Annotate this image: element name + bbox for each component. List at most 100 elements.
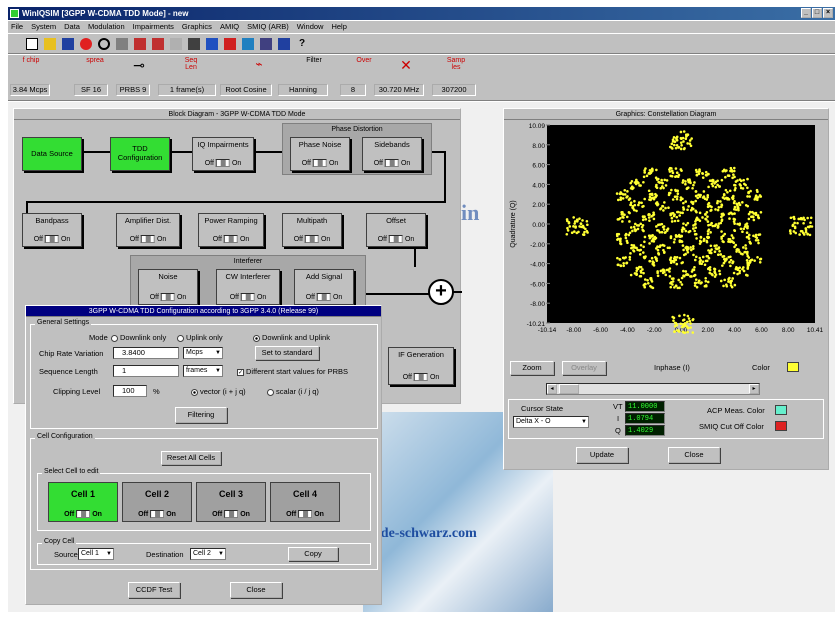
- if-generation-switch[interactable]: Off On: [403, 373, 439, 381]
- mode-uplink-radio[interactable]: Uplink only: [177, 333, 223, 342]
- power-ramping-block[interactable]: Power Ramping Off On: [198, 213, 264, 247]
- bandpass-switch[interactable]: Off On: [34, 235, 70, 243]
- stop-icon[interactable]: [80, 37, 92, 50]
- acp-color-swatch[interactable]: [775, 405, 787, 415]
- zoom-button[interactable]: Zoom: [510, 361, 554, 375]
- smiq-icon[interactable]: [278, 37, 290, 50]
- different-start-checkbox[interactable]: ✓ Different start values for PRBS: [237, 367, 348, 376]
- cell-3-switch[interactable]: Off On: [212, 510, 250, 518]
- reset-all-cells-button[interactable]: Reset All Cells: [161, 451, 221, 465]
- chip-rate-input[interactable]: 3.8400: [113, 347, 179, 359]
- scroll-left-icon[interactable]: ◂: [547, 384, 557, 394]
- sidebands-block[interactable]: Sidebands Off On: [362, 137, 422, 171]
- destination-select[interactable]: Cell 2: [190, 548, 226, 560]
- spreading-icon[interactable]: sprea: [84, 57, 106, 79]
- cell-4-switch[interactable]: Off On: [286, 510, 324, 518]
- clock-rate-icon[interactable]: ✕: [395, 57, 417, 79]
- scroll-thumb[interactable]: [559, 384, 579, 394]
- sequence-length-input[interactable]: 1: [113, 365, 179, 377]
- menu-modulation[interactable]: Modulation: [88, 21, 125, 33]
- noise-block[interactable]: Noise Off On: [138, 269, 198, 305]
- cw-interferer-block[interactable]: CW Interferer Off On: [216, 269, 280, 305]
- window-icon[interactable]: [242, 37, 254, 50]
- vector-radio[interactable]: vector (i + j q): [191, 387, 246, 396]
- multipath-switch[interactable]: Off On: [294, 235, 330, 243]
- window-function-icon[interactable]: Filter: [303, 57, 325, 79]
- ramp-icon[interactable]: [170, 37, 182, 50]
- iq-impairments-block[interactable]: IQ Impairments Off On: [192, 137, 254, 171]
- power-ramping-switch[interactable]: Off On: [213, 235, 249, 243]
- cell-1-button[interactable]: Cell 1 Off On: [48, 482, 118, 522]
- help-icon[interactable]: ?: [296, 38, 308, 50]
- menu-graphics[interactable]: Graphics: [182, 21, 212, 33]
- tdd-close-button[interactable]: Close: [230, 582, 282, 598]
- menu-smiq[interactable]: SMIQ (ARB): [247, 21, 289, 33]
- close-button[interactable]: ×: [823, 8, 833, 18]
- noise-switch[interactable]: Off On: [150, 293, 186, 301]
- impairment-icon[interactable]: [134, 37, 146, 50]
- filter-type-icon[interactable]: ⌁: [248, 57, 270, 79]
- sequence-length-unit-select[interactable]: frames: [183, 365, 223, 377]
- cell-2-button[interactable]: Cell 2 Off On: [122, 482, 192, 522]
- horizontal-scrollbar[interactable]: ◂ ▸: [546, 383, 760, 395]
- maximize-button[interactable]: □: [812, 8, 822, 18]
- prbs-icon[interactable]: ⊸: [128, 57, 150, 79]
- scalar-radio[interactable]: scalar (i / j q): [267, 387, 319, 396]
- cell-2-switch[interactable]: Off On: [138, 510, 176, 518]
- set-to-standard-button[interactable]: Set to standard: [255, 346, 319, 360]
- cursor-state-select[interactable]: Delta X - O: [513, 416, 589, 428]
- bandpass-block[interactable]: Bandpass Off On: [22, 213, 82, 247]
- menu-file[interactable]: File: [11, 21, 23, 33]
- amplifier-distortion-block[interactable]: Amplifier Dist. Off On: [116, 213, 180, 247]
- new-file-icon[interactable]: [26, 37, 38, 50]
- amplifier-distortion-switch[interactable]: Off On: [130, 235, 166, 243]
- add-signal-block[interactable]: Add Signal Off On: [294, 269, 354, 305]
- graphics-close-button[interactable]: Close: [668, 447, 720, 463]
- mode-downlink-radio[interactable]: Downlink only: [111, 333, 166, 342]
- cell-1-switch[interactable]: Off On: [64, 510, 102, 518]
- save-icon[interactable]: [62, 37, 74, 50]
- phase-noise-switch[interactable]: Off On: [302, 159, 338, 167]
- multipath-block[interactable]: Multipath Off On: [282, 213, 342, 247]
- menu-system[interactable]: System: [31, 21, 56, 33]
- color-swatch[interactable]: [787, 362, 799, 372]
- modulation-icon[interactable]: [116, 37, 128, 50]
- copy-button[interactable]: Copy: [288, 547, 338, 561]
- sequence-length-icon[interactable]: Seq Len: [180, 57, 202, 79]
- cell-4-button[interactable]: Cell 4 Off On: [270, 482, 340, 522]
- cw-interferer-switch[interactable]: Off On: [230, 293, 266, 301]
- menu-impairments[interactable]: Impairments: [133, 21, 174, 33]
- generator-icon[interactable]: [98, 37, 110, 50]
- oversampling-icon[interactable]: Over: [353, 57, 375, 79]
- samples-icon[interactable]: Samp les: [445, 57, 467, 79]
- graphics-icon[interactable]: [206, 37, 218, 50]
- filtering-button[interactable]: Filtering: [175, 407, 227, 423]
- source-select[interactable]: Cell 1: [78, 548, 114, 560]
- scroll-right-icon[interactable]: ▸: [749, 384, 759, 394]
- sidebands-switch[interactable]: Off On: [374, 159, 410, 167]
- clipping-level-input[interactable]: 100: [113, 385, 147, 397]
- overlay-button[interactable]: Overlay: [562, 361, 606, 375]
- menu-amiq[interactable]: AMIQ: [220, 21, 239, 33]
- filter-icon[interactable]: [152, 37, 164, 50]
- data-source-block[interactable]: Data Source: [22, 137, 82, 171]
- offset-switch[interactable]: Off On: [378, 235, 414, 243]
- iq-impairments-switch[interactable]: Off On: [205, 159, 241, 167]
- printer-icon[interactable]: [188, 37, 200, 50]
- tdd-configuration-block[interactable]: TDD Configuration: [110, 137, 170, 171]
- mode-both-radio[interactable]: Downlink and Uplink: [253, 333, 330, 342]
- amiq-icon[interactable]: [224, 37, 236, 50]
- minimize-button[interactable]: _: [801, 8, 811, 18]
- arb-icon[interactable]: [260, 37, 272, 50]
- chip-rate-icon[interactable]: f chip: [20, 57, 42, 79]
- menu-window[interactable]: Window: [297, 21, 324, 33]
- cell-3-button[interactable]: Cell 3 Off On: [196, 482, 266, 522]
- update-button[interactable]: Update: [576, 447, 628, 463]
- open-folder-icon[interactable]: [44, 37, 56, 50]
- menu-data[interactable]: Data: [64, 21, 80, 33]
- menu-help[interactable]: Help: [331, 21, 346, 33]
- add-signal-switch[interactable]: Off On: [306, 293, 342, 301]
- ccdf-test-button[interactable]: CCDF Test: [128, 582, 180, 598]
- phase-noise-block[interactable]: Phase Noise Off On: [290, 137, 350, 171]
- chip-rate-unit-select[interactable]: Mcps: [183, 347, 223, 359]
